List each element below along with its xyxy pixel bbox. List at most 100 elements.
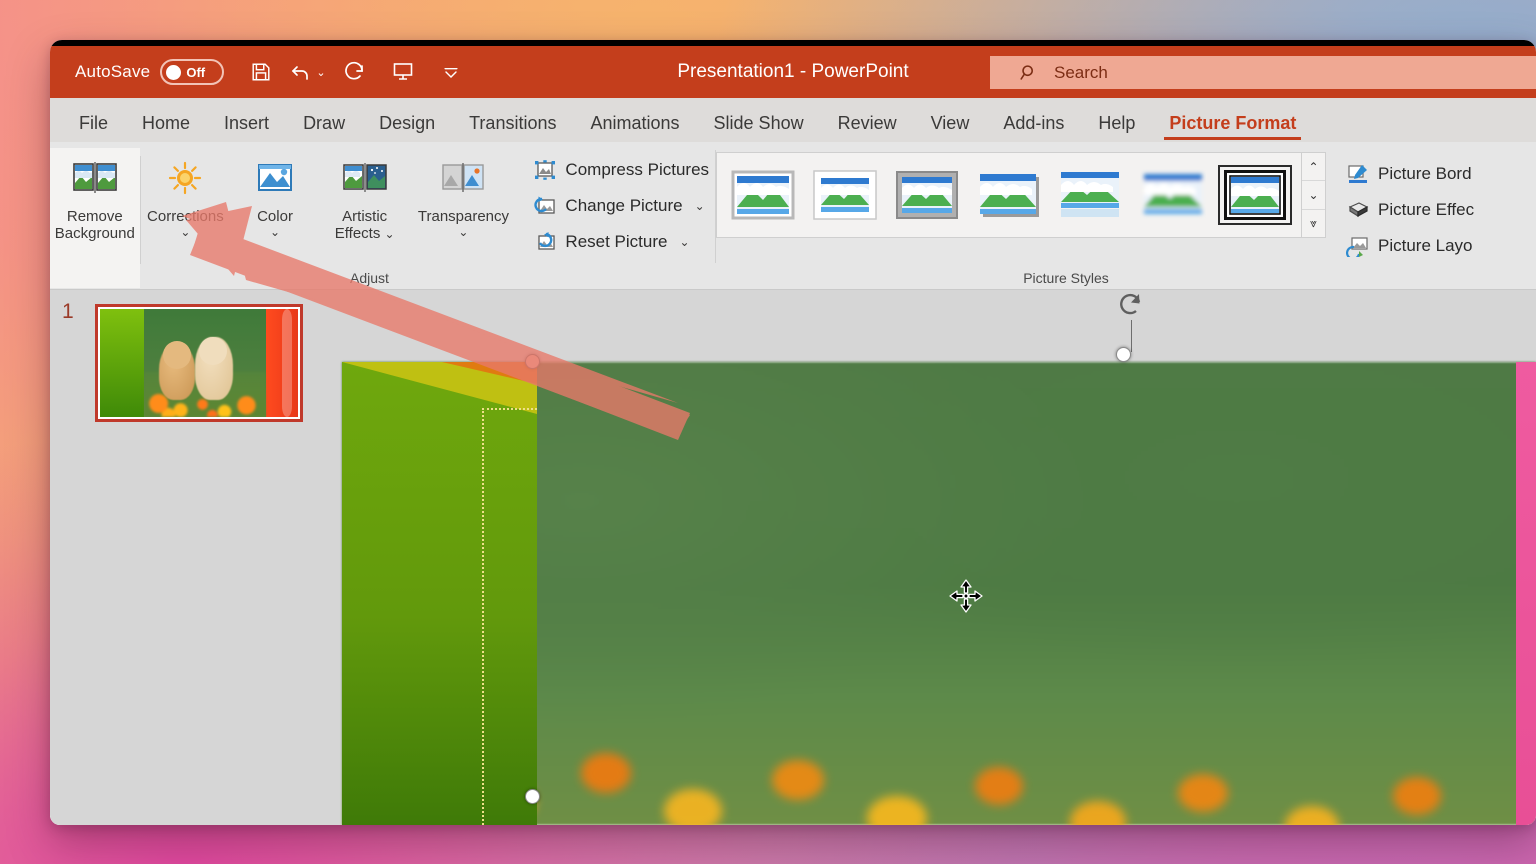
customize-quick-access-icon[interactable] xyxy=(434,55,468,89)
reset-picture-label: Reset Picture xyxy=(565,232,667,252)
slide-number: 1 xyxy=(62,300,74,324)
picture-layout-icon xyxy=(1346,235,1370,257)
tab-view[interactable]: View xyxy=(914,104,987,142)
tab-add-ins[interactable]: Add-ins xyxy=(986,104,1081,142)
redo-icon[interactable] xyxy=(338,55,372,89)
move-cursor xyxy=(948,578,982,612)
color-icon xyxy=(253,156,297,202)
search-icon xyxy=(1018,62,1040,84)
selection-handle-bottom[interactable] xyxy=(525,789,540,804)
ribbon-group-picture-styles: ⌃ ⌄ ⩔ Picture Bord xyxy=(716,142,1536,290)
crop-dotted-outline[interactable] xyxy=(482,408,537,825)
color-button[interactable]: Color ⌄ xyxy=(230,148,320,290)
style-simple-frame-white[interactable] xyxy=(727,166,799,224)
reset-picture-dropdown-icon[interactable]: ⌄ xyxy=(679,235,689,249)
canvas-left-margin xyxy=(330,290,342,825)
save-icon[interactable] xyxy=(244,55,278,89)
picture-two-puppies[interactable] xyxy=(342,362,1536,825)
tab-transitions[interactable]: Transitions xyxy=(452,104,573,142)
gallery-scroll-buttons[interactable]: ⌃ ⌄ ⩔ xyxy=(1302,152,1326,238)
artistic-effects-label: ArtisticEffects ⌄ xyxy=(335,208,395,243)
tab-label: Slide Show xyxy=(714,113,804,134)
color-dropdown-icon[interactable]: ⌄ xyxy=(270,226,280,238)
orange-corner-wedge xyxy=(442,362,537,384)
style-reflected-rounded-rectangle[interactable] xyxy=(1055,166,1127,224)
pink-edge-bar xyxy=(1516,362,1536,825)
compress-pictures-button[interactable]: Compress Pictures xyxy=(527,154,715,186)
rotate-handle[interactable] xyxy=(1114,290,1148,322)
corrections-label: Corrections xyxy=(147,208,224,225)
picture-effects-label: Picture Effec xyxy=(1378,200,1474,220)
tab-label: Home xyxy=(142,113,190,134)
selection-handle-top[interactable] xyxy=(525,354,540,369)
remove-background-icon xyxy=(72,156,118,202)
artistic-effects-icon xyxy=(342,156,388,202)
style-beveled-matte-white[interactable] xyxy=(809,166,881,224)
slide-thumbnail-pane[interactable]: 1 xyxy=(50,290,330,825)
tab-file[interactable]: File xyxy=(62,104,125,142)
slide-thumbnail-1[interactable] xyxy=(95,304,303,422)
picture-layout-label: Picture Layo xyxy=(1378,236,1473,256)
change-picture-icon xyxy=(533,195,557,217)
adjust-small-buttons: Compress Pictures Change Picture ⌄ xyxy=(517,148,715,290)
tab-review[interactable]: Review xyxy=(821,104,914,142)
compress-pictures-label: Compress Pictures xyxy=(565,160,709,180)
picture-effects-button[interactable]: Picture Effec xyxy=(1340,194,1480,226)
ribbon-tabs: File Home Insert Draw Design Transitions… xyxy=(50,98,1536,142)
transparency-button[interactable]: Transparency ⌄ xyxy=(409,148,517,290)
style-metal-frame[interactable] xyxy=(891,166,963,224)
start-slideshow-icon[interactable] xyxy=(386,55,420,89)
picture-layout-button[interactable]: Picture Layo xyxy=(1340,230,1480,262)
transparency-dropdown-icon[interactable]: ⌄ xyxy=(458,226,468,238)
tab-animations[interactable]: Animations xyxy=(573,104,696,142)
ribbon-group-adjust: RemoveBackground xyxy=(50,142,715,290)
canvas-top-margin xyxy=(330,290,1536,362)
undo-icon[interactable] xyxy=(284,55,318,89)
autosave-toggle-knob xyxy=(166,65,181,80)
change-picture-label: Change Picture xyxy=(565,196,682,216)
style-drop-shadow-rectangle[interactable] xyxy=(973,166,1045,224)
autosave-toggle[interactable]: Off xyxy=(160,59,224,85)
tab-label: Animations xyxy=(590,113,679,134)
remove-background-button[interactable]: RemoveBackground xyxy=(50,148,140,288)
tab-home[interactable]: Home xyxy=(125,104,207,142)
rotate-handle-stem xyxy=(1131,320,1132,352)
change-picture-dropdown-icon[interactable]: ⌄ xyxy=(695,199,705,213)
corrections-button[interactable]: Corrections ⌄ xyxy=(141,148,231,290)
search-placeholder: Search xyxy=(1054,63,1108,83)
gallery-scroll-down-icon[interactable]: ⌄ xyxy=(1302,181,1325,209)
change-picture-button[interactable]: Change Picture ⌄ xyxy=(527,190,715,222)
tab-design[interactable]: Design xyxy=(362,104,452,142)
artistic-effects-button[interactable]: ArtisticEffects ⌄ xyxy=(320,148,410,290)
undo-dropdown-icon[interactable]: ⌄ xyxy=(316,66,325,79)
gallery-scroll-up-icon[interactable]: ⌃ xyxy=(1302,153,1325,181)
tab-help[interactable]: Help xyxy=(1081,104,1152,142)
gallery-more-icon[interactable]: ⩔ xyxy=(1302,210,1325,237)
tab-label: View xyxy=(931,113,970,134)
style-soft-edge-rectangle[interactable] xyxy=(1137,166,1209,224)
search-box[interactable]: Search xyxy=(990,56,1536,89)
picture-styles-group-label: Picture Styles xyxy=(596,270,1536,286)
tab-label: Insert xyxy=(224,113,269,134)
tab-label: Help xyxy=(1098,113,1135,134)
color-label: Color xyxy=(257,208,293,225)
style-double-frame-black[interactable] xyxy=(1219,166,1291,224)
autosave-state-label: Off xyxy=(186,65,205,80)
picture-border-icon xyxy=(1346,163,1370,185)
tab-label: Draw xyxy=(303,113,345,134)
picture-border-label: Picture Bord xyxy=(1378,164,1472,184)
compress-pictures-icon xyxy=(533,159,557,181)
picture-styles-gallery[interactable] xyxy=(716,152,1302,238)
reset-picture-button[interactable]: Reset Picture ⌄ xyxy=(527,226,715,258)
tab-label: Transitions xyxy=(469,113,556,134)
tab-draw[interactable]: Draw xyxy=(286,104,362,142)
remove-background-label: RemoveBackground xyxy=(55,208,135,243)
corrections-dropdown-icon[interactable]: ⌄ xyxy=(180,226,190,238)
tab-picture-format[interactable]: Picture Format xyxy=(1152,104,1313,142)
transparency-icon xyxy=(440,156,486,202)
tab-insert[interactable]: Insert xyxy=(207,104,286,142)
tab-slide-show[interactable]: Slide Show xyxy=(697,104,821,142)
slide-canvas[interactable] xyxy=(330,290,1536,825)
picture-border-button[interactable]: Picture Bord xyxy=(1340,158,1480,190)
selection-handle-top-center[interactable] xyxy=(1116,347,1131,362)
